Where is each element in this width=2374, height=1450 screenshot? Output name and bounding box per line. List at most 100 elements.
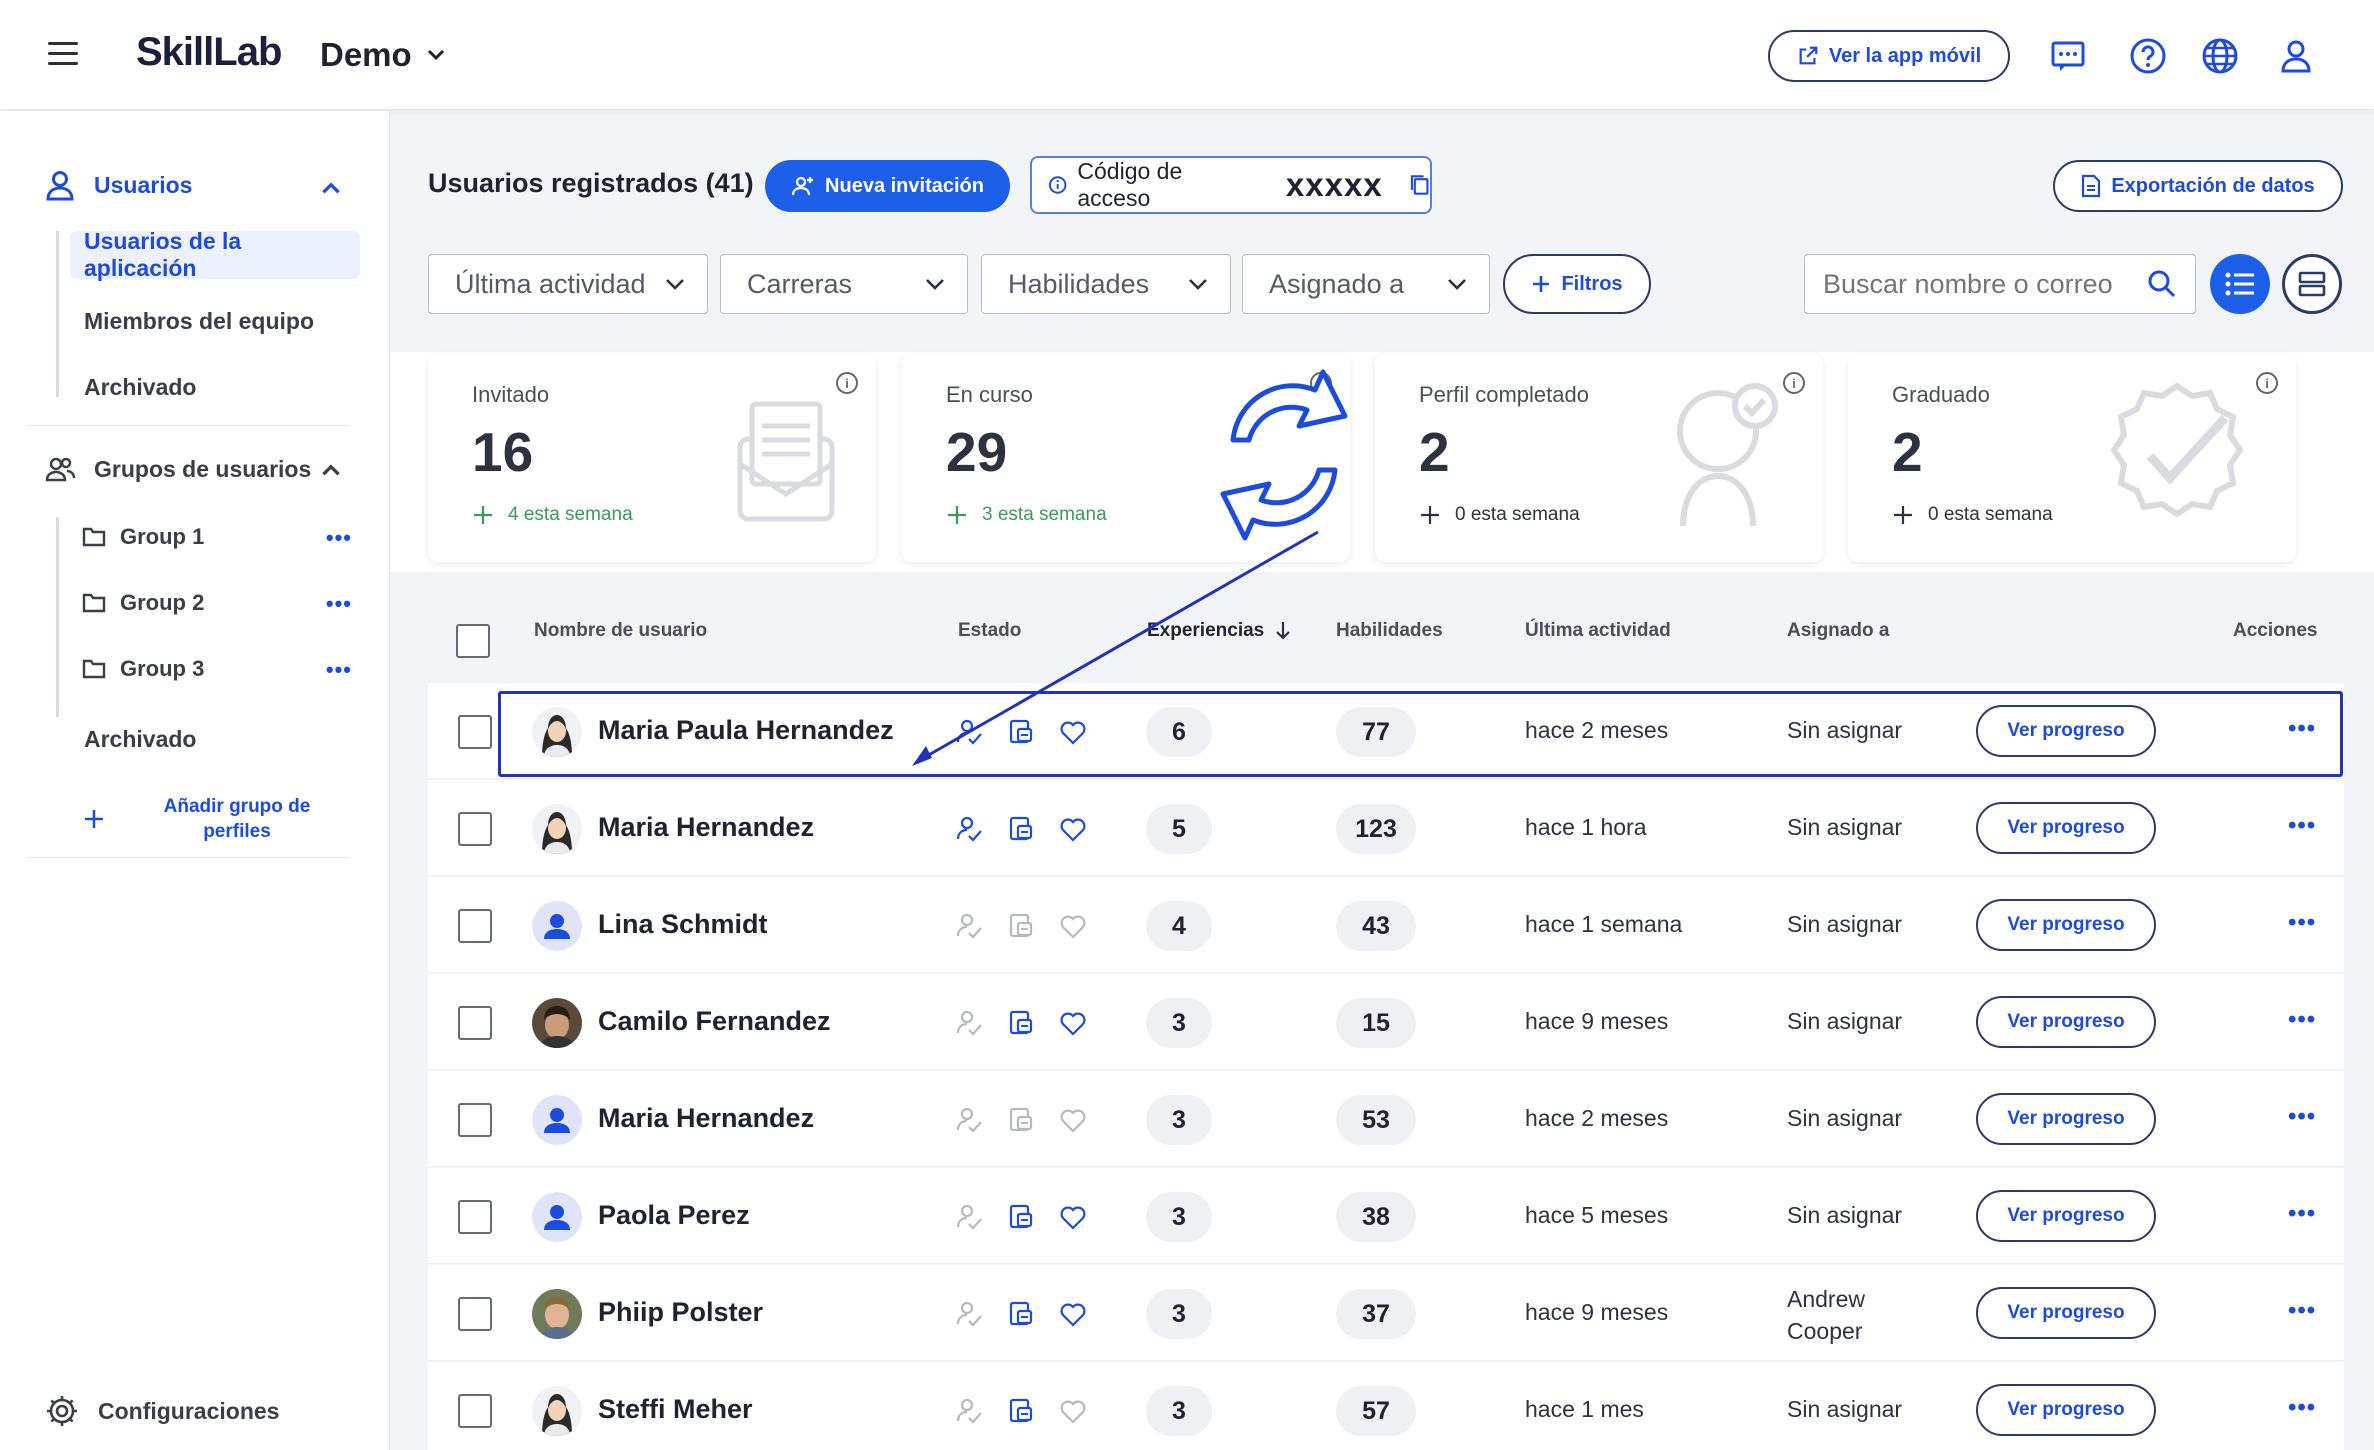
heart-icon xyxy=(1058,814,1088,844)
sidebar-section-users[interactable]: Usuarios xyxy=(44,169,192,201)
col-experiences[interactable]: Experiencias xyxy=(1147,620,1292,668)
settings-link[interactable]: Configuraciones xyxy=(44,1393,279,1429)
filter-skills[interactable]: Habilidades xyxy=(981,254,1231,314)
user-name[interactable]: Maria Hernandez xyxy=(598,812,814,843)
table-row[interactable]: Maria Paula Hernandez 6 77 hace 2 meses Sin … xyxy=(428,683,2344,779)
chevron-up-icon[interactable] xyxy=(318,457,344,483)
view-progress-button[interactable]: Ver progreso xyxy=(1976,802,2156,854)
user-icon xyxy=(46,171,74,201)
info-icon[interactable]: i xyxy=(1783,372,1805,394)
plus-icon xyxy=(85,810,103,828)
sidebar-section-groups[interactable]: Grupos de usuarios xyxy=(44,453,311,485)
card-view-button[interactable] xyxy=(2282,254,2342,314)
row-checkbox[interactable] xyxy=(458,1200,492,1234)
stat-card-invited[interactable]: Invitado 16 4 esta semana i xyxy=(428,354,876,562)
row-checkbox[interactable] xyxy=(458,812,492,846)
help-icon[interactable] xyxy=(2128,36,2168,76)
row-checkbox[interactable] xyxy=(458,1006,492,1040)
more-icon[interactable]: ••• xyxy=(2288,1006,2316,1034)
view-progress-button[interactable]: Ver progreso xyxy=(1976,996,2156,1048)
filter-label: Habilidades xyxy=(1008,268,1150,299)
view-progress-button[interactable]: Ver progreso xyxy=(1976,1093,2156,1145)
user-name[interactable]: Paola Perez xyxy=(598,1200,750,1231)
stat-card-profile-completed[interactable]: Perfil completado 2 0 esta semana i xyxy=(1375,354,1823,562)
more-icon[interactable]: ••• xyxy=(326,591,352,617)
row-checkbox[interactable] xyxy=(458,909,492,943)
user-name[interactable]: Steffi Meher xyxy=(598,1394,753,1425)
view-progress-button[interactable]: Ver progreso xyxy=(1976,1190,2156,1242)
org-name: Demo xyxy=(320,36,412,73)
filters-button[interactable]: Filtros xyxy=(1503,254,1651,314)
row-checkbox[interactable] xyxy=(458,1103,492,1137)
new-invite-button[interactable]: Nueva invitación xyxy=(765,160,1010,212)
chat-icon[interactable] xyxy=(2048,36,2088,76)
sidebar-group-1[interactable]: Group 1 ••• xyxy=(82,517,352,557)
table-row[interactable]: Lina Schmidt 4 43 hace 1 semana Sin asignar V… xyxy=(428,877,2344,973)
access-code-value: xxxxx xyxy=(1285,166,1383,203)
table-row[interactable]: Maria Hernandez 5 123 hace 1 hora Sin asigna… xyxy=(428,780,2344,876)
user-name[interactable]: Maria Hernandez xyxy=(598,1103,814,1134)
row-checkbox[interactable] xyxy=(458,715,492,749)
more-icon[interactable]: ••• xyxy=(2288,909,2316,937)
user-name[interactable]: Lina Schmidt xyxy=(598,909,768,940)
search-icon[interactable] xyxy=(2147,269,2177,299)
user-name[interactable]: Maria Paula Hernandez xyxy=(598,715,894,746)
user-name[interactable]: Phiip Polster xyxy=(598,1297,763,1328)
table-row[interactable]: Steffi Meher 3 57 hace 1 mes Sin asignar Ver … xyxy=(428,1362,2344,1450)
stat-card-in-progress[interactable]: En curso 29 3 esta semana i xyxy=(902,354,1350,562)
skills-count: 53 xyxy=(1336,1095,1416,1145)
sidebar-item-archived[interactable]: Archivado xyxy=(70,363,360,411)
view-progress-button[interactable]: Ver progreso xyxy=(1976,705,2156,757)
envelope-icon xyxy=(737,401,835,522)
user-icon[interactable] xyxy=(2276,36,2316,76)
row-checkbox[interactable] xyxy=(458,1394,492,1428)
globe-icon[interactable] xyxy=(2200,36,2240,76)
chevron-up-icon[interactable] xyxy=(318,175,344,201)
list-view-button[interactable] xyxy=(2210,254,2270,314)
sidebar-item-app-users[interactable]: Usuarios de la aplicación xyxy=(70,228,360,281)
sidebar-item-team-members[interactable]: Miembros del equipo xyxy=(70,297,360,345)
filter-assigned-to[interactable]: Asignado a xyxy=(1242,254,1490,314)
mobile-app-button[interactable]: Ver la app móvil xyxy=(1768,30,2010,82)
info-icon[interactable]: i xyxy=(836,372,858,394)
more-icon[interactable]: ••• xyxy=(326,525,352,551)
info-icon[interactable]: i xyxy=(1310,372,1332,394)
select-all-checkbox[interactable] xyxy=(456,624,490,658)
stat-card-graduated[interactable]: Graduado 2 0 esta semana i xyxy=(1848,354,2296,562)
view-progress-button[interactable]: Ver progreso xyxy=(1976,1384,2156,1436)
app-logo[interactable]: SkillLab xyxy=(136,30,282,75)
view-progress-button[interactable]: Ver progreso xyxy=(1976,899,2156,951)
user-name[interactable]: Camilo Fernandez xyxy=(598,1006,831,1037)
more-icon[interactable]: ••• xyxy=(2288,1394,2316,1422)
filter-last-activity[interactable]: Última actividad xyxy=(428,254,708,314)
table-row[interactable]: Camilo Fernandez 3 15 hace 9 meses Sin asign… xyxy=(428,974,2344,1070)
assigned-to: Sin asignar xyxy=(1787,1396,1903,1422)
sidebar-group-3[interactable]: Group 3 ••• xyxy=(82,649,352,689)
more-icon[interactable]: ••• xyxy=(2288,1103,2316,1131)
table-row[interactable]: Phiip Polster 3 37 hace 9 meses Andrew Coope… xyxy=(428,1265,2344,1361)
heart-icon xyxy=(1058,1008,1088,1038)
sidebar-group-2[interactable]: Group 2 ••• xyxy=(82,583,352,623)
more-icon[interactable]: ••• xyxy=(2288,812,2316,840)
more-icon[interactable]: ••• xyxy=(326,657,352,683)
sidebar-group-archived[interactable]: Archivado xyxy=(70,715,360,763)
export-data-button[interactable]: Exportación de datos xyxy=(2053,160,2343,212)
add-group-button[interactable]: Añadir grupo de perfiles xyxy=(82,789,352,849)
heart-icon xyxy=(1058,911,1088,941)
search-input[interactable] xyxy=(1823,268,2113,300)
copy-icon[interactable] xyxy=(1409,173,1430,197)
document-icon xyxy=(2082,174,2101,198)
view-progress-button[interactable]: Ver progreso xyxy=(1976,1287,2156,1339)
more-icon[interactable]: ••• xyxy=(2288,1297,2316,1325)
more-icon[interactable]: ••• xyxy=(2288,1200,2316,1228)
table-row[interactable]: Maria Hernandez 3 53 hace 2 meses Sin asigna… xyxy=(428,1071,2344,1167)
sidebar-tree-line xyxy=(56,517,59,717)
search-box[interactable] xyxy=(1804,254,2196,314)
menu-icon[interactable] xyxy=(48,42,78,66)
table-row[interactable]: Paola Perez 3 38 hace 5 meses Sin asignar Ver… xyxy=(428,1168,2344,1264)
cv-icon xyxy=(1006,911,1036,941)
filter-careers[interactable]: Carreras xyxy=(720,254,968,314)
more-icon[interactable]: ••• xyxy=(2288,715,2316,743)
org-selector[interactable]: Demo xyxy=(320,36,448,74)
row-checkbox[interactable] xyxy=(458,1297,492,1331)
